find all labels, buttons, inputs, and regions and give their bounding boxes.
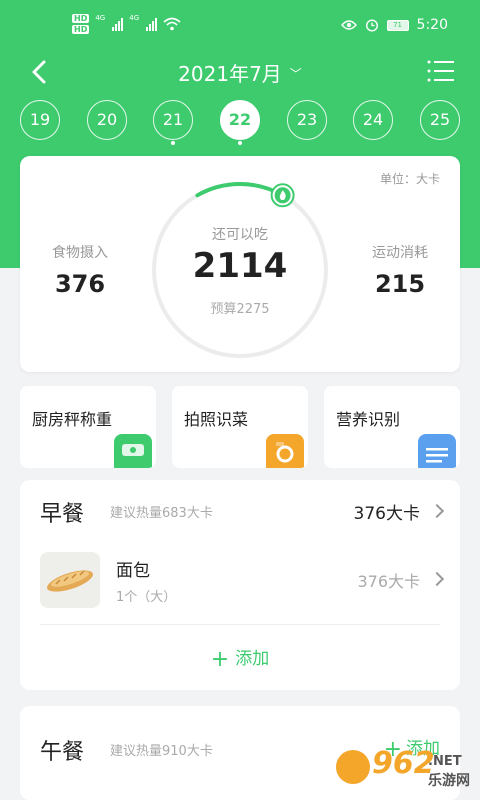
clock: 5:20	[416, 17, 448, 33]
meal-hint-breakfast: 建议热量683大卡	[110, 506, 213, 521]
day-25[interactable]: 25	[420, 100, 460, 140]
day-23[interactable]: 23	[287, 100, 327, 140]
tool-photo-recognize[interactable]: 拍照识菜	[172, 386, 308, 468]
tool-label: 拍照识菜	[184, 410, 249, 429]
food-name[interactable]: 面包	[116, 556, 150, 581]
meal-kcal-breakfast[interactable]: 376大卡	[354, 499, 420, 524]
alarm-icon	[365, 19, 378, 32]
record-dot-22	[238, 141, 242, 145]
eye-icon	[340, 20, 357, 30]
intake-stat: 食物摄入 376	[20, 242, 140, 298]
day-24[interactable]: 24	[353, 100, 393, 140]
watermark-emblem	[336, 750, 370, 784]
watermark-number: 962	[372, 746, 435, 781]
chevron-right-icon[interactable]	[429, 571, 445, 587]
food-kcal[interactable]: 376大卡	[357, 568, 420, 592]
wifi-icon	[163, 17, 181, 31]
add-label: 添加	[235, 649, 270, 669]
breakfast-card: 早餐 建议热量683大卡 376大卡 面包 1个（大） 376大卡 + 添加	[20, 480, 460, 690]
status-left: HD HD 4G 4G	[72, 14, 181, 34]
divider	[40, 624, 440, 625]
scale-icon	[114, 434, 152, 468]
meal-title-breakfast: 早餐	[40, 502, 85, 527]
record-dot-21	[171, 141, 175, 145]
unit-label: 单位：大卡	[379, 172, 440, 186]
watermark-site: 乐游网	[428, 773, 470, 789]
plus-icon: +	[210, 647, 230, 672]
watermark-net: .NET	[428, 754, 462, 769]
signal-icon-2	[146, 17, 158, 31]
remaining-value: 2114	[192, 246, 288, 286]
header: 2021年7月 ﹀	[0, 50, 480, 94]
tool-label: 营养识别	[336, 410, 401, 429]
chevron-down-icon: ﹀	[289, 67, 302, 81]
intake-value: 376	[54, 270, 106, 298]
exercise-stat: 运动消耗 215	[340, 242, 460, 298]
camera-icon	[266, 434, 304, 468]
list-menu-icon[interactable]	[426, 58, 456, 84]
meal-title-lunch: 午餐	[40, 740, 85, 765]
chevron-right-icon[interactable]	[429, 503, 445, 519]
day-19[interactable]: 19	[20, 100, 60, 140]
calorie-summary-card: 单位：大卡 食物摄入 376 还可以吃 2114 预算2275 运动消耗 215	[20, 156, 460, 372]
exercise-label: 运动消耗	[372, 245, 428, 261]
network-label-1: 4G	[95, 14, 106, 22]
status-right: 71 5:20	[340, 17, 448, 33]
hd-badges: HD HD	[72, 14, 90, 34]
day-21[interactable]: 21	[153, 100, 193, 140]
food-image-bread	[40, 552, 100, 608]
food-quantity: 1个（大）	[116, 590, 177, 605]
watermark-logo: 962 .NET 乐游网	[336, 746, 472, 794]
signal-icon	[112, 17, 124, 31]
month-selector[interactable]: 2021年7月 ﹀	[0, 58, 480, 87]
day-20[interactable]: 20	[87, 100, 127, 140]
intake-label: 食物摄入	[52, 245, 108, 261]
document-icon	[418, 434, 456, 468]
hd-badge-top: HD	[72, 14, 90, 23]
tool-kitchen-scale[interactable]: 厨房秤称重	[20, 386, 156, 468]
month-title: 2021年7月	[178, 62, 282, 86]
battery-icon: 71	[386, 19, 409, 31]
add-food-button-breakfast[interactable]: + 添加	[20, 644, 460, 672]
hd-badge-bottom: HD	[72, 25, 90, 34]
meal-hint-lunch: 建议热量910大卡	[110, 744, 213, 759]
exercise-value: 215	[374, 270, 426, 298]
network-label-2: 4G	[129, 14, 140, 22]
ring-center: 还可以吃 2114 预算2275	[148, 178, 332, 362]
status-bar: HD HD 4G 4G 71 5:20	[0, 0, 480, 50]
day-22[interactable]: 22	[220, 100, 260, 140]
remaining-label: 还可以吃	[212, 227, 268, 243]
tool-nutrition-recognize[interactable]: 营养识别	[324, 386, 460, 468]
budget-text: 预算2275	[210, 302, 270, 317]
tool-label: 厨房秤称重	[32, 410, 113, 429]
